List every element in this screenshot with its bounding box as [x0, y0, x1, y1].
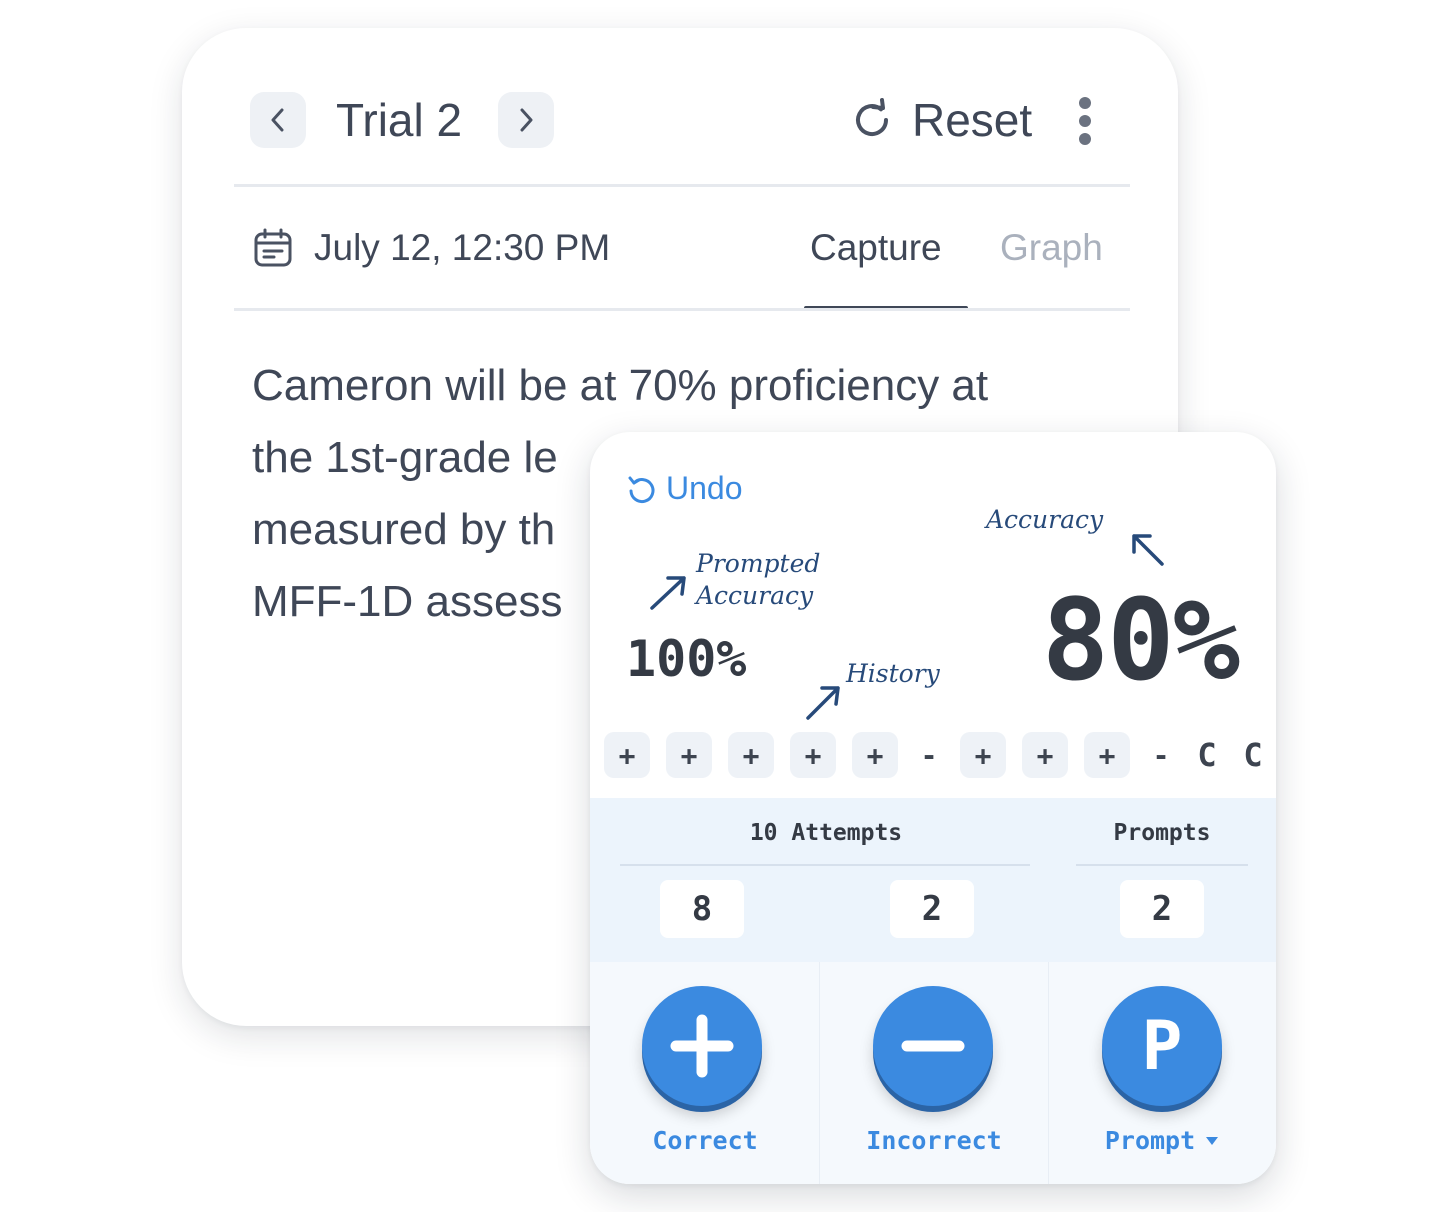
tabs-divider [234, 308, 1130, 311]
accuracy-annotation: Accuracy [986, 505, 1104, 534]
history-item-correct[interactable]: + [666, 732, 712, 778]
chevron-left-icon [271, 108, 284, 132]
calendar-icon [254, 228, 292, 267]
response-history: + + + + + - + + + - C C [604, 732, 1268, 778]
attempts-divider [620, 864, 1030, 866]
annotation-line: Accuracy [696, 581, 814, 610]
column-divider [1048, 962, 1049, 1184]
tab-capture[interactable]: Capture [810, 218, 942, 278]
history-annotation: History [846, 659, 940, 688]
annotation-arrow-icon [650, 576, 686, 610]
history-item-incorrect[interactable]: - [1146, 732, 1176, 778]
history-item-correct[interactable]: + [1084, 732, 1130, 778]
incorrect-button[interactable] [873, 986, 993, 1106]
history-item-correct[interactable]: + [604, 732, 650, 778]
counts-section: 10 Attempts Prompts 8 2 2 [590, 798, 1276, 962]
prompts-count: 2 [1120, 880, 1204, 938]
prompts-label: Prompts [1113, 820, 1211, 846]
prev-trial-button[interactable] [250, 92, 306, 148]
tab-graph[interactable]: Graph [1000, 218, 1103, 278]
trial-title: Trial 2 [336, 94, 463, 146]
reset-button[interactable]: Reset [850, 90, 1032, 150]
session-date: July 12, 12:30 PM [252, 218, 610, 278]
capture-panel: Undo Prompted Accuracy 100% Accuracy 80%… [590, 432, 1276, 1184]
history-item-correct[interactable]: + [790, 732, 836, 778]
undo-icon [628, 476, 655, 503]
correct-button[interactable] [642, 986, 762, 1106]
caret-down-icon [1206, 1136, 1219, 1145]
plus-icon [670, 1014, 734, 1078]
prompt-button[interactable]: P [1102, 986, 1222, 1106]
history-item-prompt[interactable]: C [1238, 732, 1268, 778]
header-divider [234, 184, 1130, 187]
correct-label[interactable]: Correct [620, 1126, 790, 1155]
goal-line: Cameron will be at 70% proficiency at [252, 361, 989, 410]
history-item-correct[interactable]: + [728, 732, 774, 778]
more-options-button[interactable] [1070, 94, 1100, 148]
history-item-correct[interactable]: + [1022, 732, 1068, 778]
accuracy-value: 80% [1041, 576, 1240, 706]
next-trial-button[interactable] [498, 92, 554, 148]
incorrect-label[interactable]: Incorrect [848, 1126, 1020, 1155]
history-item-prompt[interactable]: C [1192, 732, 1222, 778]
history-item-correct[interactable]: + [852, 732, 898, 778]
prompted-accuracy-value: 100% [626, 630, 747, 688]
refresh-icon [856, 98, 888, 136]
correct-count: 8 [660, 880, 744, 938]
date-text: July 12, 12:30 PM [314, 227, 611, 268]
history-item-correct[interactable]: + [960, 732, 1006, 778]
prompt-icon: P [1141, 1006, 1183, 1086]
prompt-label: Prompt [1104, 1126, 1196, 1155]
prompt-dropdown[interactable]: Prompt [1076, 1126, 1248, 1155]
reset-label: Reset [912, 94, 1033, 146]
prompts-divider [1076, 864, 1248, 866]
annotation-arrow-icon [806, 686, 840, 720]
more-vertical-icon [1079, 97, 1091, 145]
prompted-accuracy-annotation: Prompted Accuracy [696, 548, 820, 612]
history-item-incorrect[interactable]: - [914, 732, 944, 778]
minus-icon [901, 1040, 965, 1052]
column-divider [819, 962, 820, 1184]
annotation-arrow-icon [1132, 534, 1164, 566]
action-buttons: Correct Incorrect P Prompt [590, 962, 1276, 1184]
chevron-right-icon [520, 108, 533, 132]
undo-button[interactable]: Undo [626, 470, 743, 507]
undo-label: Undo [666, 470, 743, 506]
annotation-line: Prompted [696, 549, 821, 578]
incorrect-count: 2 [890, 880, 974, 938]
attempts-label: 10 Attempts [749, 820, 903, 846]
